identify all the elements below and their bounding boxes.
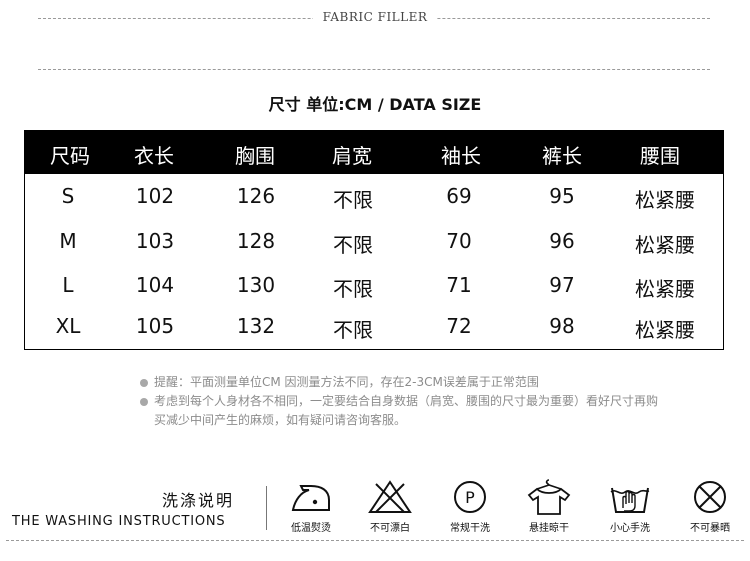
do-not-bleach-icon <box>360 478 420 518</box>
wash-label: 不可漂白 <box>370 523 410 534</box>
table-cell: 98 <box>549 314 575 338</box>
table-cell: 102 <box>135 184 175 208</box>
table-cell: 松紧腰 <box>635 233 695 257</box>
washing-title-cn: 洗涤说明 <box>162 491 235 510</box>
table-cell: M <box>59 229 77 253</box>
column-header-waist: 腰围 <box>640 144 680 168</box>
size-table-body: S 102 126 不限 69 95 松紧腰 M 103 128 不限 70 9… <box>24 174 724 350</box>
size-chart-title: 尺寸 单位:CM / DATA SIZE <box>268 95 482 114</box>
column-header-length: 衣长 <box>134 144 174 168</box>
table-cell: 128 <box>236 229 276 253</box>
bullet-icon <box>140 398 148 406</box>
size-table-header: 尺码 衣长 胸围 肩宽 袖长 裤长 腰围 <box>24 130 724 174</box>
table-cell: 103 <box>135 229 175 253</box>
table-cell: 松紧腰 <box>635 318 695 342</box>
column-header-shoulder: 肩宽 <box>332 144 372 168</box>
table-cell: 95 <box>549 184 575 208</box>
wash-label: 低温熨烫 <box>291 523 331 534</box>
column-header-chest: 胸围 <box>235 144 275 168</box>
table-cell: 70 <box>446 229 472 253</box>
low-temperature-iron-icon <box>281 478 341 518</box>
table-cell: 不限 <box>333 277 373 301</box>
hand-wash-icon <box>600 478 660 518</box>
divider-dashed-line <box>38 69 710 70</box>
size-notes: 提醒：平面测量单位CM 因测量方法不同，存在2-3CM误差属于正常范围 考虑到每… <box>140 373 660 430</box>
table-cell: 130 <box>236 273 276 297</box>
table-cell: 不限 <box>333 318 373 342</box>
table-cell: 不限 <box>333 233 373 257</box>
table-cell: 126 <box>236 184 276 208</box>
dry-clean-p-icon: P <box>440 478 500 518</box>
do-not-tumble-dry-icon <box>680 478 740 518</box>
table-cell: 71 <box>446 273 472 297</box>
table-cell: XL <box>55 314 81 338</box>
table-cell: 松紧腰 <box>635 188 695 212</box>
wash-label: 悬挂晾干 <box>529 523 569 534</box>
table-cell: 松紧腰 <box>635 277 695 301</box>
hang-dry-icon <box>519 478 579 518</box>
header-title: FABRIC FILLER <box>312 10 438 24</box>
svg-text:P: P <box>465 488 475 507</box>
table-cell: 105 <box>135 314 175 338</box>
table-cell: 104 <box>135 273 175 297</box>
column-header-pants-length: 裤长 <box>542 144 582 168</box>
note-item: 提醒：平面测量单位CM 因测量方法不同，存在2-3CM误差属于正常范围 <box>140 373 660 392</box>
bullet-icon <box>140 379 148 387</box>
table-cell: L <box>62 273 74 297</box>
wash-label: 常规干洗 <box>450 523 490 534</box>
table-cell: 132 <box>236 314 276 338</box>
column-header-sleeve: 袖长 <box>441 144 481 168</box>
table-cell: 97 <box>549 273 575 297</box>
note-item: 考虑到每个人身材各不相同，一定要结合自身数据（肩宽、腰围的尺寸最为重要）看好尺寸… <box>140 392 660 430</box>
wash-label: 小心手洗 <box>610 523 650 534</box>
table-cell: 72 <box>446 314 472 338</box>
washing-title-en: THE WASHING INSTRUCTIONS <box>12 514 226 529</box>
washing-divider <box>266 486 267 530</box>
footer-dashed-line <box>6 540 744 541</box>
size-table: 尺码 衣长 胸围 肩宽 袖长 裤长 腰围 S 102 126 不限 69 95 … <box>24 130 724 350</box>
header-title-wrap: FABRIC FILLER <box>0 10 750 24</box>
table-cell: 69 <box>446 184 472 208</box>
table-cell: 96 <box>549 229 575 253</box>
table-cell: 不限 <box>333 188 373 212</box>
note-text: 考虑到每个人身材各不相同，一定要结合自身数据（肩宽、腰围的尺寸最为重要）看好尺寸… <box>154 394 659 427</box>
note-text: 提醒：平面测量单位CM 因测量方法不同，存在2-3CM误差属于正常范围 <box>154 375 539 389</box>
wash-label: 不可暴晒 <box>690 523 730 534</box>
table-cell: S <box>61 184 75 208</box>
